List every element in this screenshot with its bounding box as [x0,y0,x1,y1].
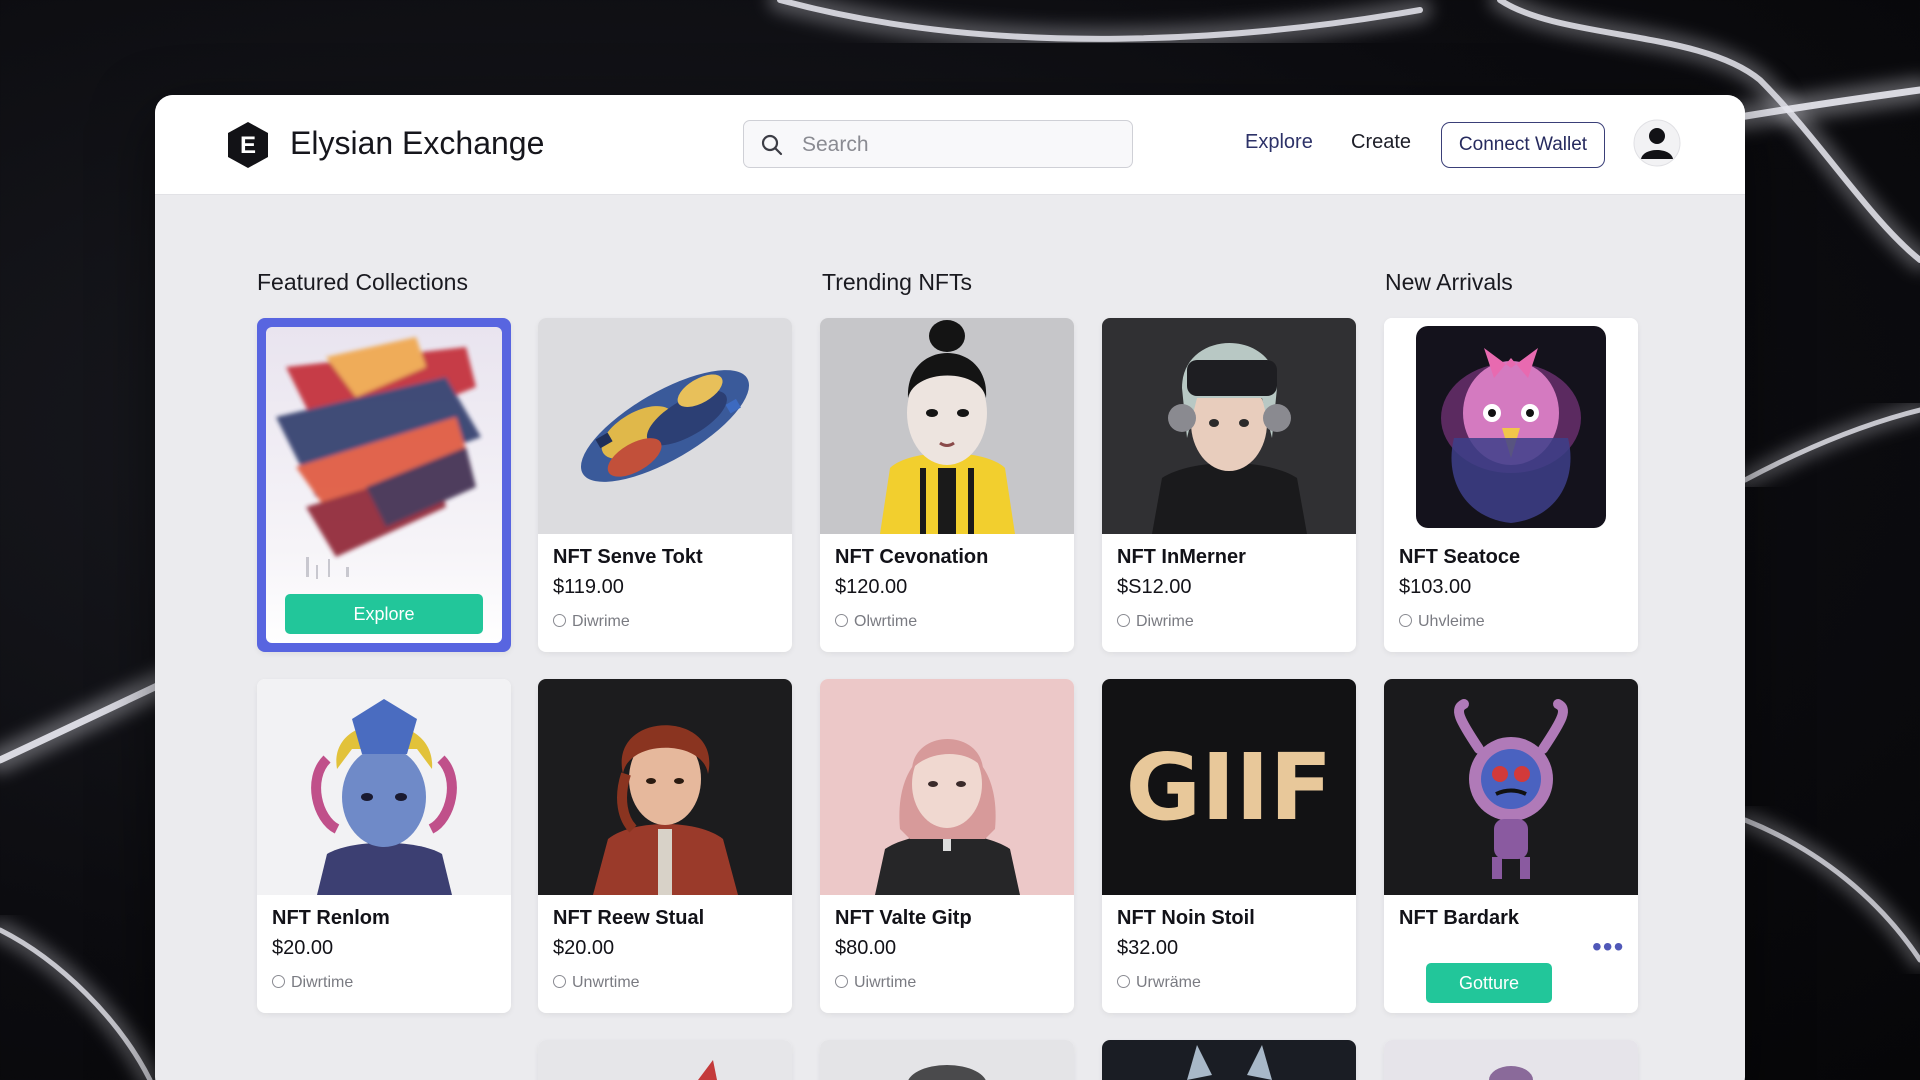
nft-name: NFT Valte Gitp [835,907,972,929]
nft-name: NFT Cevonation [835,546,989,568]
nft-price: $20.00 [272,937,334,959]
nft-image [538,1040,792,1080]
nft-image [820,318,1074,534]
logo-letter: E [240,132,256,159]
search-input[interactable] [802,129,1112,161]
nft-image [538,679,792,895]
nft-meta: Uiwrtime [835,974,916,992]
nft-meta-text: Diwrime [1136,613,1194,630]
connect-wallet-button[interactable]: Connect Wallet [1441,122,1605,168]
more-options-icon[interactable]: ••• [1592,931,1624,963]
nft-meta-text: Urwräme [1136,974,1201,991]
nft-card[interactable]: NFT Bardark ••• Gotture [1384,679,1638,1013]
nft-card[interactable]: GIIF NFT Noin Stoil $32.00 Urwräme [1102,679,1356,1013]
nft-meta-text: Uiwrtime [854,974,917,991]
nft-meta-text: Olwrtime [854,613,918,630]
nft-image [538,318,792,534]
nft-price: $32.00 [1117,937,1179,959]
nft-card[interactable]: NFT Renlom $20.00 Diwrtime [257,679,511,1013]
nft-card[interactable] [1102,1040,1356,1080]
app-window: E Elysian Exchange Explore Create Connec… [155,95,1745,1080]
nft-price: $120.00 [835,576,908,598]
nft-card[interactable] [538,1040,792,1080]
nft-image [1384,318,1638,534]
nft-meta: Olwrtime [835,613,917,631]
logo-icon[interactable]: E [225,120,271,170]
nft-image [257,679,511,895]
nft-card[interactable]: NFT Senve Tokt $119.00 Diwrime [538,318,792,652]
nft-card[interactable]: NFT Reew Stual $20.00 Unwrtime [538,679,792,1013]
nft-meta: Diwrtime [272,974,353,992]
search-icon [761,134,783,156]
header-bar: E Elysian Exchange Explore Create Connec… [155,95,1745,195]
nav-create-link[interactable]: Create [1351,131,1411,154]
nft-card[interactable] [820,1040,1074,1080]
nav-explore-link[interactable]: Explore [1245,131,1313,154]
nft-meta-text: Uhvleime [1418,613,1485,630]
nft-price: $S12.00 [1117,576,1192,598]
nft-name: NFT Bardark [1399,907,1520,929]
nft-name: NFT Noin Stoil [1117,907,1255,929]
nft-meta: Uhvleime [1399,613,1485,631]
nft-name: NFT Senve Tokt [553,546,703,568]
clock-icon [1117,614,1130,627]
nft-meta: Urwräme [1117,974,1201,992]
nft-meta-text: Unwrtime [572,974,640,991]
nft-card[interactable]: NFT InMerner $S12.00 Diwrime [1102,318,1356,652]
nft-image [1384,1040,1638,1080]
clock-icon [272,975,285,988]
brand-name: Elysian Exchange [290,125,545,161]
nft-image [820,679,1074,895]
nft-image: GIIF [1102,679,1356,895]
gif-artwork-text: GIIF [1126,734,1333,841]
nft-name: NFT Reew Stual [553,907,705,929]
featured-collection-card[interactable]: Explore [257,318,511,652]
nft-price: $119.00 [553,576,624,598]
nft-card[interactable]: NFT Seatoce $103.00 Uhvleime [1384,318,1638,652]
nft-meta: Diwrime [1117,613,1194,631]
nft-image [1102,1040,1356,1080]
nft-card[interactable]: NFT Valte Gitp $80.00 Uiwrtime [820,679,1074,1013]
nft-meta-text: Diwrtime [291,974,354,991]
clock-icon [553,975,566,988]
nft-meta: Unwrtime [553,974,640,992]
new-arrivals-title: New Arrivals [1385,269,1513,295]
nft-price: $20.00 [553,937,615,959]
clock-icon [1117,975,1130,988]
clock-icon [1399,614,1412,627]
nft-image [820,1040,1074,1080]
nft-name: NFT InMerner [1117,546,1246,568]
nft-card[interactable]: NFT Cevonation $120.00 Olwrtime [820,318,1074,652]
clock-icon [835,614,848,627]
nft-price: $103.00 [1399,576,1472,598]
clock-icon [553,614,566,627]
featured-collections-title: Featured Collections [257,269,468,295]
trending-nfts-title: Trending NFTs [822,269,972,295]
nft-card[interactable] [1384,1040,1638,1080]
clock-icon [835,975,848,988]
search-box[interactable] [743,120,1133,168]
nft-name: NFT Renlom [272,907,390,929]
nft-price: $80.00 [835,937,897,959]
nft-meta-text: Diwrime [572,613,630,630]
user-avatar-icon[interactable] [1633,119,1681,167]
nft-image [1384,679,1638,895]
nft-name: NFT Seatoce [1399,546,1521,568]
nft-meta: Diwrime [553,613,630,631]
featured-explore-button[interactable]: Explore [285,594,483,634]
capture-button[interactable]: Gotture [1426,963,1552,1003]
nft-image [1102,318,1356,534]
